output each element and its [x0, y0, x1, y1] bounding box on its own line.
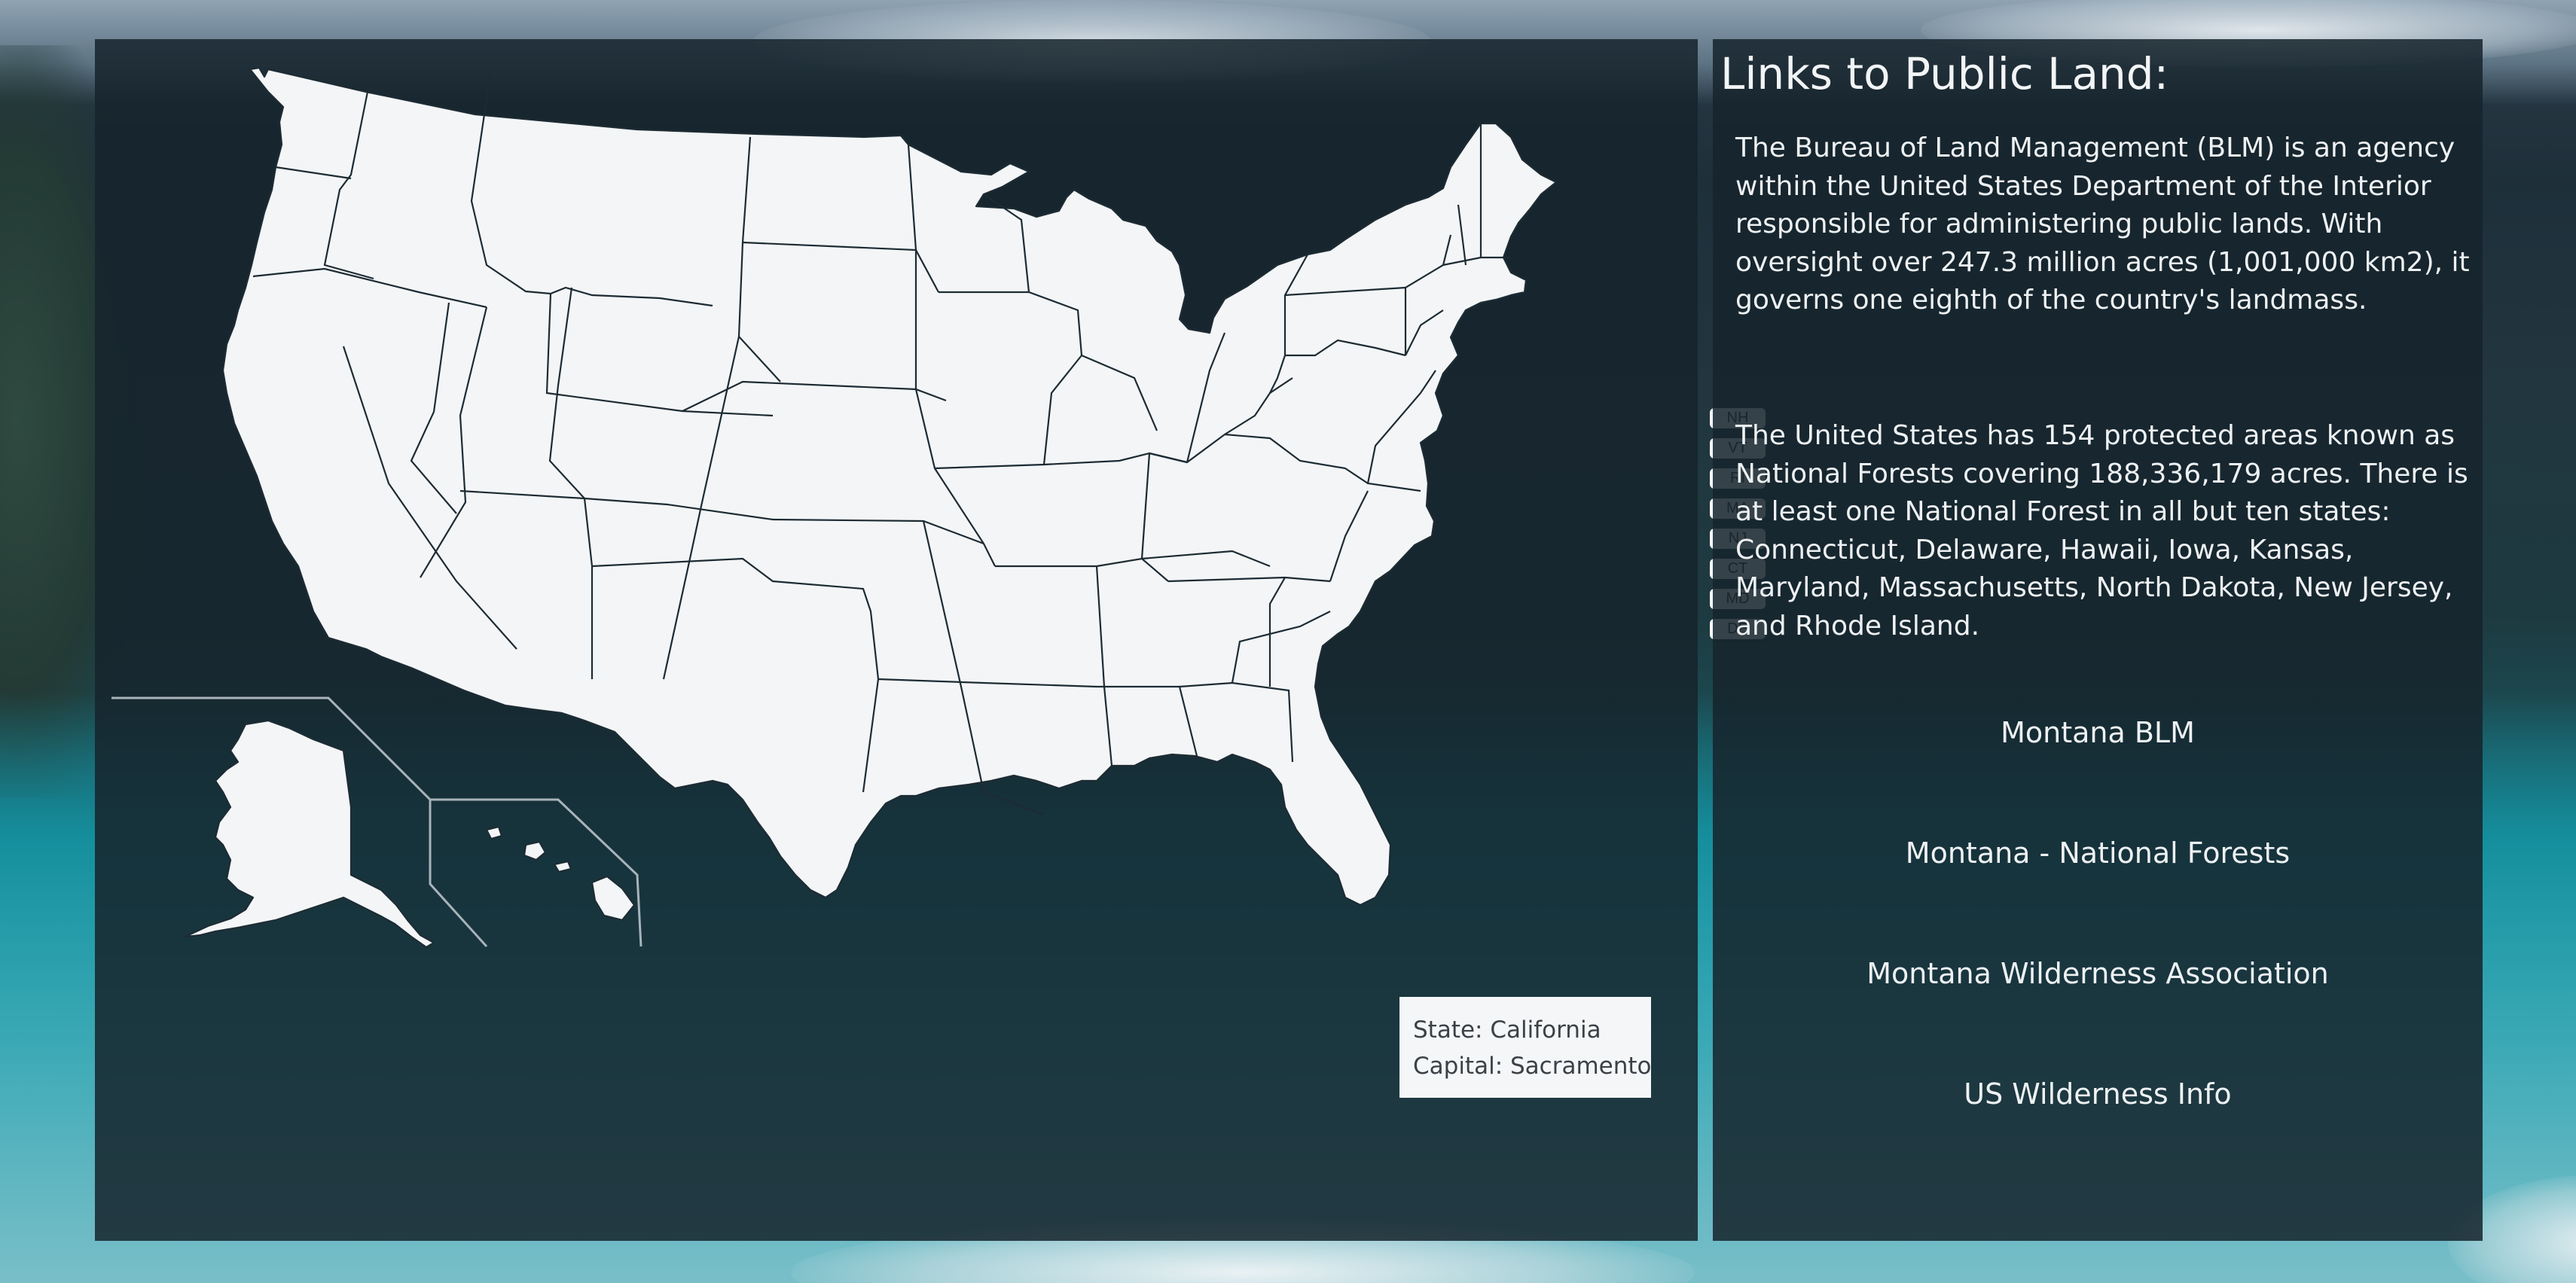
link-montana-national-forests[interactable]: Montana - National Forests: [1713, 834, 2483, 872]
blm-description: The Bureau of Land Management (BLM) is a…: [1735, 133, 2470, 315]
public-land-links-panel: Links to Public Land: The Bureau of Land…: [1713, 39, 2483, 1241]
hawaii[interactable]: [523, 840, 547, 861]
alaska[interactable]: [184, 719, 435, 949]
inset-frame-hawaii: [430, 798, 642, 947]
national-forests-description: The United States has 154 protected area…: [1735, 420, 2468, 642]
us-mainland[interactable]: [221, 66, 1558, 907]
hawaii[interactable]: [485, 825, 503, 840]
link-us-wilderness-info[interactable]: US Wilderness Info: [1713, 1075, 2483, 1113]
tooltip-capital: Capital: Sacramento: [1413, 1053, 1652, 1080]
us-map-panel: NH VT RI MA NJ CT MD DE State: Californi…: [95, 39, 1766, 1241]
page: NH VT RI MA NJ CT MD DE State: Californi…: [0, 0, 2576, 1283]
hawaii[interactable]: [553, 860, 572, 873]
link-montana-wilderness-association[interactable]: Montana Wilderness Association: [1713, 955, 2483, 992]
tooltip-state: State: California: [1413, 1016, 1601, 1044]
link-montana-blm[interactable]: Montana BLM: [1713, 714, 2483, 751]
state-info-tooltip: State: California Capital: Sacramento: [1399, 997, 1652, 1098]
panel-title: Links to Public Land:: [1720, 48, 2169, 99]
hawaii[interactable]: [591, 875, 636, 922]
